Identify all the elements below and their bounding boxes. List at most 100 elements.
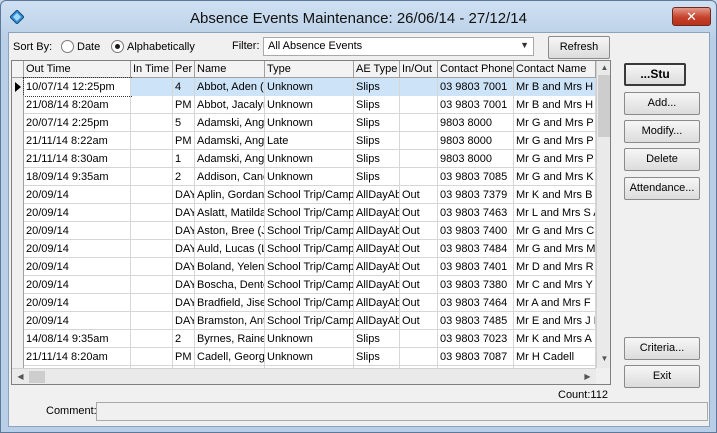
row-selector[interactable] [12,150,24,168]
cell-ae-type[interactable]: AllDayAbs [354,276,400,294]
cell-name[interactable]: Auld, Lucas (Li [195,240,265,258]
cell-contact-phone[interactable]: 03 9803 7400 [438,222,514,240]
cell-contact-name[interactable]: Mr D and Mrs R [514,258,596,276]
cell-name[interactable]: Bramston, Ant [195,312,265,330]
student-button[interactable]: ...Stu [624,63,686,86]
cell-type[interactable]: Unknown [265,114,354,132]
cell-type[interactable]: School Trip/Camp [265,240,354,258]
cell-period[interactable]: 1 [173,150,195,168]
vertical-scrollbar[interactable]: ▲ ▼ [596,61,610,368]
cell-type[interactable]: School Trip/Camp [265,186,354,204]
cell-period[interactable]: DAY [173,222,195,240]
cell-type[interactable]: School Trip/Camp [265,222,354,240]
cell-name[interactable]: Cadell, Georgi [195,348,265,366]
cell-contact-phone[interactable]: 03 9803 7463 [438,204,514,222]
cell-type[interactable]: School Trip/Camp [265,276,354,294]
cell-type[interactable]: Unknown [265,96,354,114]
cell-out-time[interactable]: 20/09/14 [24,258,131,276]
cell-name[interactable]: Byrnes, Raine [195,330,265,348]
cell-contact-name[interactable]: Mr K and Mrs A [514,330,596,348]
row-selector[interactable] [12,132,24,150]
vertical-scroll-thumb[interactable] [598,75,610,137]
cell-period[interactable]: 5 [173,114,195,132]
column-header-period[interactable]: Per [173,61,195,78]
table-row[interactable]: 21/11/14 8:30am 1 Adamski, Ange Unknown Slip… [12,150,596,168]
scroll-down-icon[interactable]: ▼ [597,354,610,363]
row-selector[interactable] [12,276,24,294]
cell-name[interactable]: Boland, Yelena [195,258,265,276]
cell-contact-phone[interactable]: 03 9803 7484 [438,240,514,258]
cell-in-time[interactable] [131,132,173,150]
horizontal-scrollbar[interactable]: ◀ ▶ [12,368,596,384]
cell-ae-type[interactable]: Slips [354,96,400,114]
cell-contact-name[interactable]: Mr E and Mrs J I [514,312,596,330]
horizontal-scroll-thumb[interactable] [29,371,45,383]
cell-in-out[interactable] [400,150,438,168]
column-header-out-time[interactable]: Out Time [24,61,131,78]
cell-in-out[interactable] [400,114,438,132]
cell-contact-phone[interactable]: 03 9803 7001 [438,78,514,96]
cell-out-time[interactable]: 20/09/14 [24,204,131,222]
cell-contact-phone[interactable]: 9803 8000 [438,132,514,150]
cell-contact-phone[interactable]: 03 9803 7001 [438,96,514,114]
table-row[interactable]: 20/09/14 DAY Bramston, Ant School Trip/Camp… [12,312,596,330]
cell-period[interactable]: DAY [173,186,195,204]
cell-contact-name[interactable]: Mr G and Mrs P [514,114,596,132]
table-row[interactable]: 20/09/14 DAY Bradfield, Jisel School Trip/C… [12,294,596,312]
cell-out-time[interactable]: 14/08/14 9:35am [24,330,131,348]
cell-contact-name[interactable]: Mr A and Mrs F [514,294,596,312]
table-row[interactable]: 14/08/14 9:35am 2 Byrnes, Raine Unknown Slip… [12,330,596,348]
cell-out-time[interactable]: 20/09/14 [24,222,131,240]
cell-contact-name[interactable]: Mr K and Mrs B [514,186,596,204]
cell-type[interactable]: Unknown [265,150,354,168]
cell-name[interactable]: Bradfield, Jisel [195,294,265,312]
cell-contact-phone[interactable]: 9803 8000 [438,114,514,132]
cell-type[interactable]: Unknown [265,78,354,96]
cell-ae-type[interactable]: Slips [354,330,400,348]
row-selector[interactable] [12,258,24,276]
table-row[interactable]: 18/09/14 9:35am 2 Addison, Cane Unknown Slip… [12,168,596,186]
cell-out-time[interactable]: 20/09/14 [24,186,131,204]
column-header-name[interactable]: Name [195,61,265,78]
cell-ae-type[interactable]: Slips [354,348,400,366]
close-button[interactable]: ✕ [672,7,711,26]
cell-name[interactable]: Aplin, Gordan [195,186,265,204]
refresh-button[interactable]: Refresh [548,36,610,59]
modify-button[interactable]: Modify... [624,120,700,143]
cell-period[interactable]: DAY [173,204,195,222]
absence-events-grid[interactable]: Out Time In Time Per Name Type AE Type In/Out C… [11,60,611,385]
row-selector[interactable] [12,96,24,114]
cell-in-time[interactable] [131,258,173,276]
chevron-down-icon[interactable]: ▼ [520,40,529,50]
cell-in-out[interactable] [400,96,438,114]
cell-ae-type[interactable]: AllDayAbs [354,240,400,258]
cell-period[interactable]: PM [173,132,195,150]
cell-in-time[interactable] [131,312,173,330]
table-row[interactable]: 21/11/14 8:22am PM Adamski, Ange Late Slips 9… [12,132,596,150]
row-selector[interactable] [12,186,24,204]
cell-period[interactable]: DAY [173,276,195,294]
cell-name[interactable]: Adamski, Ange [195,150,265,168]
sort-date-label[interactable]: Date [77,41,100,53]
cell-in-time[interactable] [131,186,173,204]
row-selector[interactable] [12,222,24,240]
cell-contact-phone[interactable]: 9803 8000 [438,150,514,168]
cell-contact-name[interactable]: Mr G and Mrs P [514,150,596,168]
cell-out-time[interactable]: 20/09/14 [24,312,131,330]
cell-in-time[interactable] [131,276,173,294]
row-selector[interactable] [12,240,24,258]
row-selector[interactable] [12,312,24,330]
cell-name[interactable]: Adamski, Ange [195,114,265,132]
row-selector[interactable] [12,294,24,312]
cell-out-time[interactable]: 21/11/14 8:22am [24,132,131,150]
cell-contact-name[interactable]: Mr G and Mrs M [514,240,596,258]
cell-contact-name[interactable]: Mr B and Mrs H [514,96,596,114]
cell-contact-name[interactable]: Mr G and Mrs P [514,132,596,150]
cell-contact-name[interactable]: Mr B and Mrs H [514,78,596,96]
table-row[interactable]: 20/09/14 DAY Boland, Yelena School Trip/Cam… [12,258,596,276]
filter-select[interactable]: All Absence Events ▼ [263,37,534,56]
cell-type[interactable]: Unknown [265,168,354,186]
row-selector[interactable] [12,204,24,222]
cell-out-time[interactable]: 21/08/14 8:20am [24,96,131,114]
cell-ae-type[interactable]: AllDayAbs [354,222,400,240]
